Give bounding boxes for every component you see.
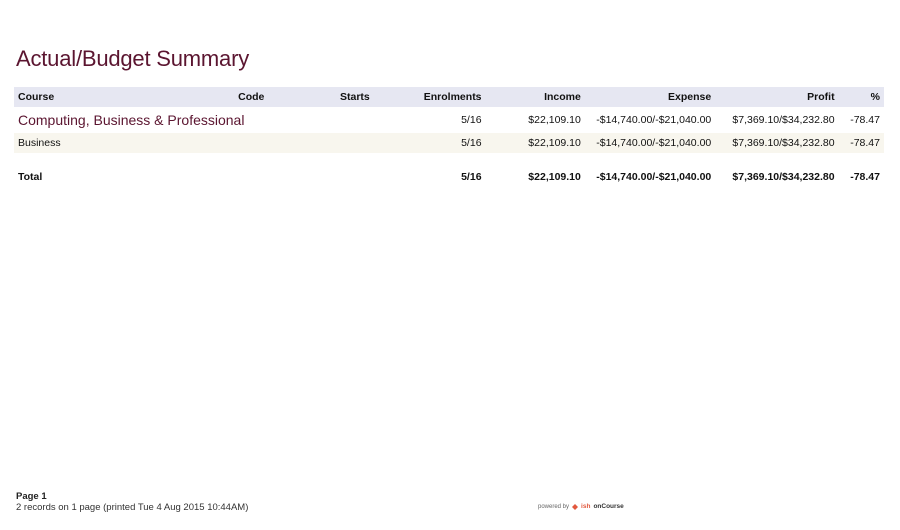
header-course: Course — [18, 91, 55, 103]
ish-logo-icon — [572, 503, 579, 510]
footer-records-info: 2 records on 1 page (printed Tue 4 Aug 2… — [16, 502, 249, 513]
summary-table: Course Code Starts Enrolments Income Exp… — [14, 87, 884, 189]
header-expense: Expense — [668, 91, 712, 103]
row-percent: -78.47 — [850, 137, 880, 149]
brand-oncourse: onCourse — [593, 503, 624, 510]
header-code: Code — [238, 91, 265, 103]
row-profit: $7,369.10/$34,232.80 — [732, 137, 835, 149]
row-course: Business — [18, 137, 61, 149]
group-income: $22,109.10 — [528, 114, 581, 126]
total-enrolments: 5/16 — [461, 171, 482, 183]
header-income: Income — [544, 91, 581, 103]
total-row: Total 5/16 $22,109.10 -$14,740.00/-$21,0… — [14, 165, 884, 189]
brand-ish: ish — [581, 503, 591, 510]
row-expense: -$14,740.00/-$21,040.00 — [596, 137, 712, 149]
footer-page-number: Page 1 — [16, 491, 47, 502]
table-header-row: Course Code Starts Enrolments Income Exp… — [14, 87, 884, 107]
table-row: Business 5/16 $22,109.10 -$14,740.00/-$2… — [14, 133, 884, 153]
powered-by-label: powered by — [538, 503, 570, 510]
row-code — [197, 133, 268, 153]
total-percent: -78.47 — [850, 171, 880, 183]
header-percent: % — [870, 91, 880, 103]
group-name: Computing, Business & Professional — [18, 112, 245, 128]
powered-by-logo: powered by ish onCourse — [538, 503, 624, 510]
spacer-row — [14, 153, 884, 165]
total-profit: $7,369.10/$34,232.80 — [732, 171, 835, 183]
header-starts: Starts — [340, 91, 370, 103]
group-expense: -$14,740.00/-$21,040.00 — [596, 114, 712, 126]
group-profit: $7,369.10/$34,232.80 — [732, 114, 835, 126]
row-starts — [268, 133, 373, 153]
row-enrolments: 5/16 — [461, 137, 482, 149]
group-row: Computing, Business & Professional 5/16 … — [14, 107, 884, 133]
total-expense: -$14,740.00/-$21,040.00 — [596, 171, 712, 183]
row-income: $22,109.10 — [528, 137, 581, 149]
header-profit: Profit — [807, 91, 835, 103]
header-enrolments: Enrolments — [423, 91, 482, 103]
report-title: Actual/Budget Summary — [16, 46, 250, 71]
group-enrolments: 5/16 — [461, 114, 482, 126]
total-income: $22,109.10 — [528, 171, 581, 183]
group-percent: -78.47 — [850, 114, 880, 126]
total-label: Total — [18, 171, 43, 183]
